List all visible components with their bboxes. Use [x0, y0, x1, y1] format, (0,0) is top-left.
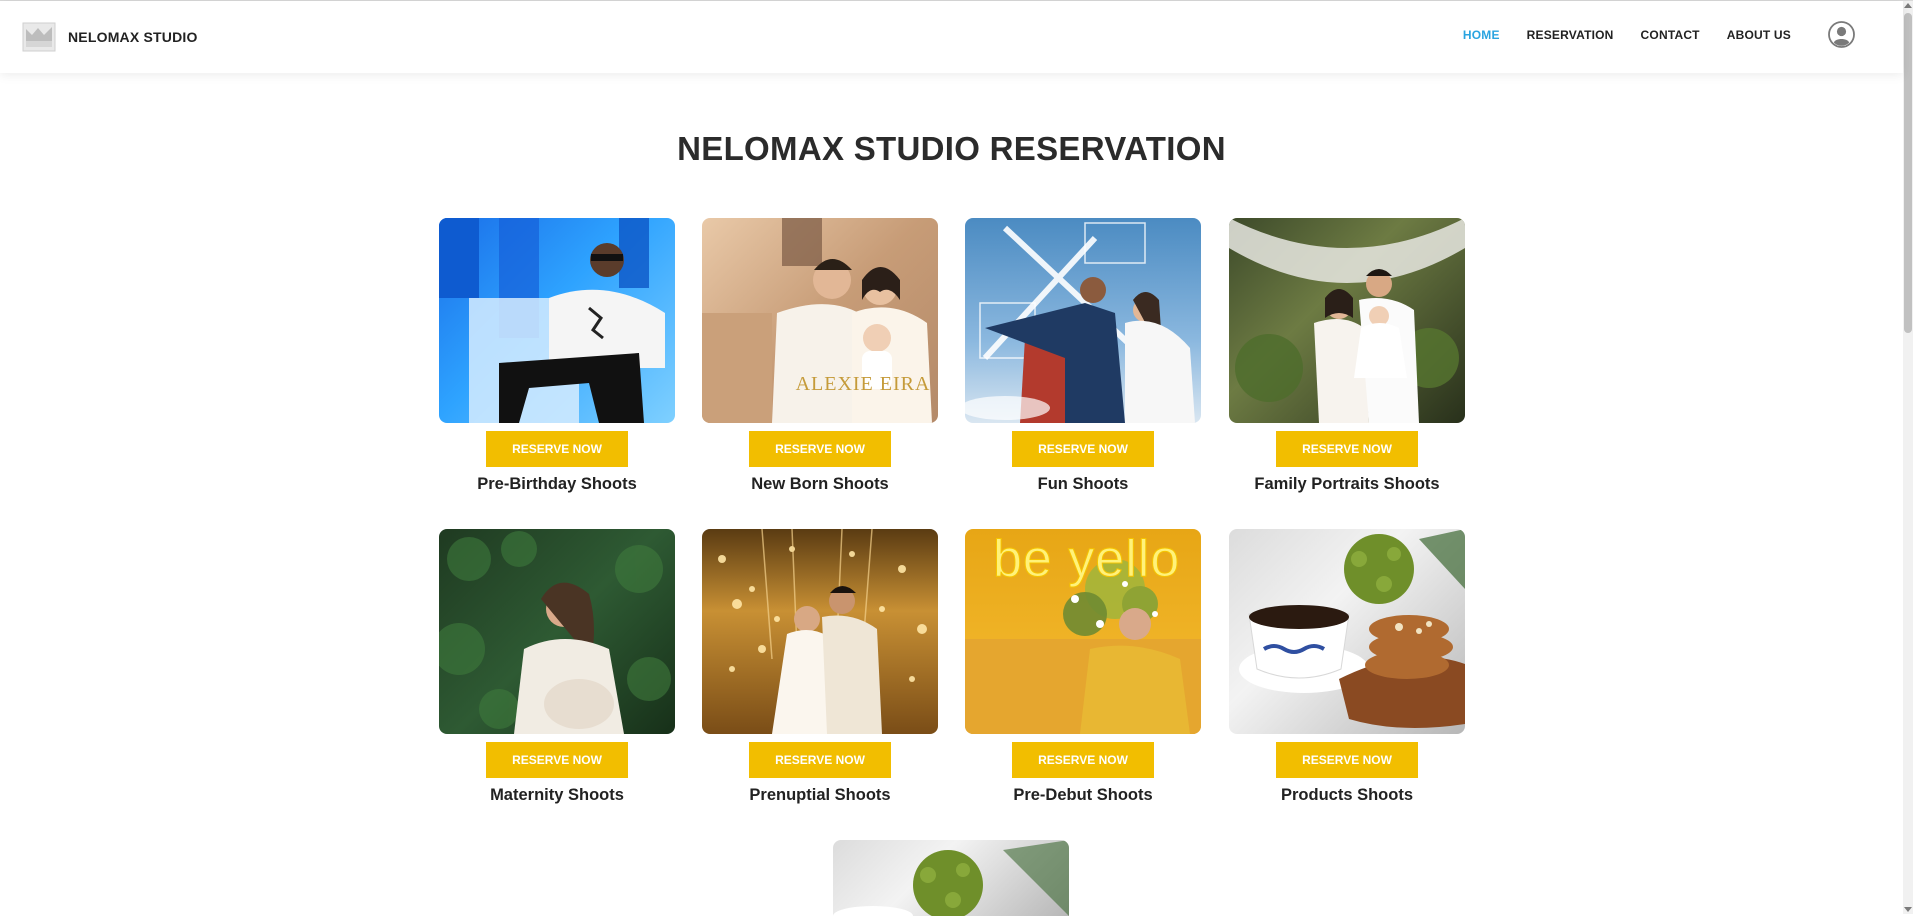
partial-photo[interactable] [833, 840, 1069, 916]
brand[interactable]: NELOMAX STUDIO [22, 19, 198, 55]
scroll-up-arrow-icon[interactable] [1904, 3, 1912, 8]
new-born-photo[interactable]: ALEXIE EIRA [702, 218, 938, 423]
navbar: NELOMAX STUDIO HOME RESERVATION CONTACT … [0, 1, 1903, 73]
page-title: NELOMAX STUDIO RESERVATION [677, 130, 1226, 168]
card-products: RESERVE NOW Products Shoots [1229, 529, 1465, 805]
card-title: Fun Shoots [1037, 475, 1129, 493]
reserve-now-button[interactable]: RESERVE NOW [1012, 742, 1154, 778]
fun-shoots-photo[interactable] [965, 218, 1201, 423]
scroll-down-arrow-icon[interactable] [1904, 907, 1912, 912]
reserve-now-button[interactable]: RESERVE NOW [486, 431, 628, 467]
card-pre-birthday: RESERVE NOW Pre-Birthday Shoots [439, 218, 675, 494]
card-prenuptial: RESERVE NOW Prenuptial Shoots [702, 529, 938, 805]
maternity-photo[interactable] [439, 529, 675, 734]
nav-home[interactable]: HOME [1463, 28, 1500, 42]
reserve-now-button[interactable]: RESERVE NOW [1276, 431, 1418, 467]
card-title: Pre-Debut Shoots [1013, 786, 1153, 804]
family-portraits-photo[interactable] [1229, 218, 1465, 423]
brand-name: NELOMAX STUDIO [68, 29, 198, 45]
reserve-now-button[interactable]: RESERVE NOW [1276, 742, 1418, 778]
card-title: Family Portraits Shoots [1254, 475, 1440, 493]
card-family-portraits: RESERVE NOW Family Portraits Shoots [1229, 218, 1465, 494]
card-pre-debut: be yello RESERVE NOW Pre-Debut Shoots [965, 529, 1201, 805]
card-partial [833, 840, 1069, 916]
photo-watermark: ALEXIE EIRA [795, 373, 931, 395]
card-title: New Born Shoots [751, 475, 889, 493]
card-title: Prenuptial Shoots [749, 786, 891, 804]
pre-birthday-photo[interactable] [439, 218, 675, 423]
pre-debut-photo[interactable]: be yello [965, 529, 1201, 734]
nav-reservation[interactable]: RESERVATION [1527, 28, 1614, 42]
scroll-thumb[interactable] [1904, 13, 1912, 333]
card-fun: RESERVE NOW Fun Shoots [965, 218, 1201, 494]
card-title: Products Shoots [1280, 786, 1413, 804]
neon-sign-text: be yello [992, 530, 1181, 589]
nav-contact[interactable]: CONTACT [1641, 28, 1700, 42]
studio-logo-icon [22, 22, 56, 52]
card-new-born: ALEXIE EIRA RESERVE NOW New Born Shoots [702, 218, 938, 494]
nav-about-us[interactable]: ABOUT US [1727, 28, 1791, 42]
reserve-now-button[interactable]: RESERVE NOW [1012, 431, 1154, 467]
products-photo[interactable] [1229, 529, 1465, 734]
card-maternity: RESERVE NOW Maternity Shoots [439, 529, 675, 805]
main-nav: HOME RESERVATION CONTACT ABOUT US [1436, 21, 1855, 48]
prenuptial-photo[interactable] [702, 529, 938, 734]
card-title: Maternity Shoots [490, 786, 624, 804]
reserve-now-button[interactable]: RESERVE NOW [486, 742, 628, 778]
reserve-now-button[interactable]: RESERVE NOW [749, 431, 891, 467]
card-title: Pre-Birthday Shoots [477, 475, 637, 493]
user-account-icon[interactable] [1828, 21, 1855, 48]
reserve-now-button[interactable]: RESERVE NOW [749, 742, 891, 778]
page-scrollbar[interactable] [1903, 1, 1913, 914]
